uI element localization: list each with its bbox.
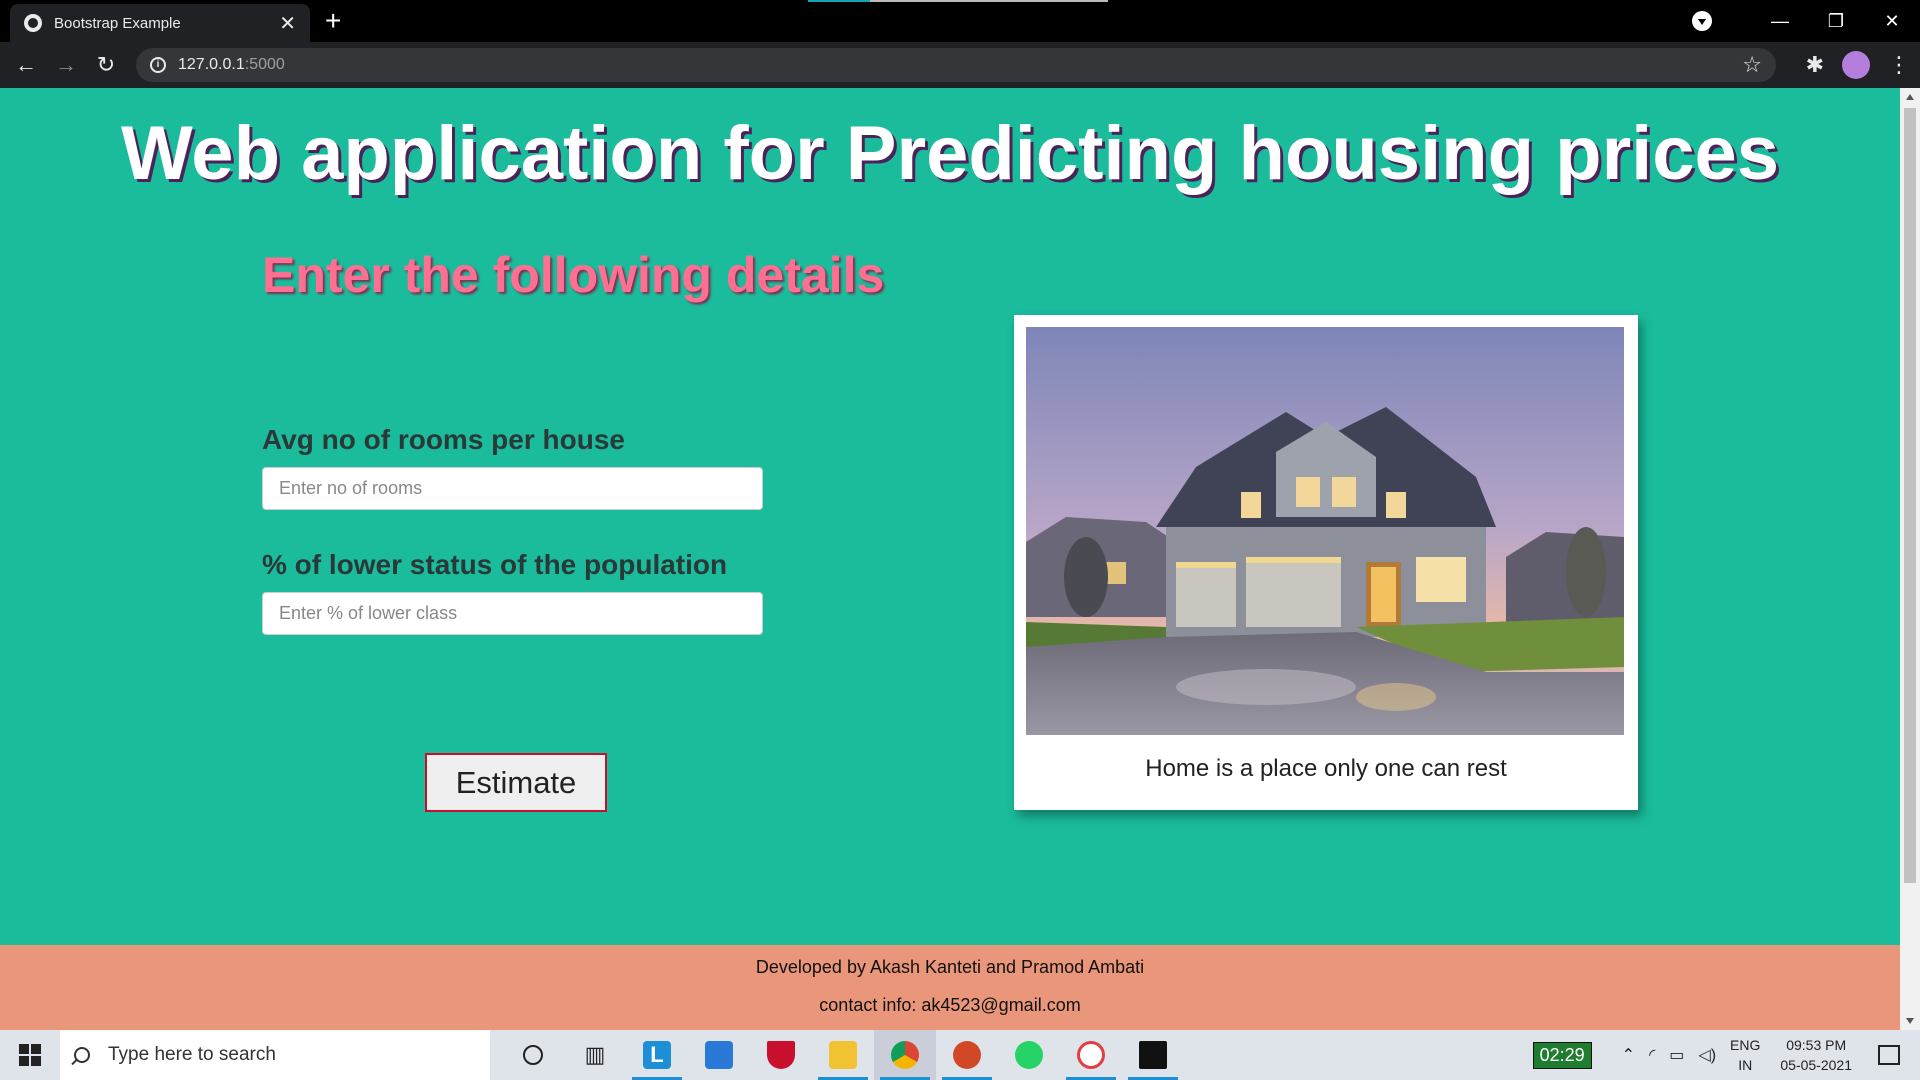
whatsapp-icon[interactable] [998,1030,1060,1080]
system-tray: 02:29 ⌃ ◜ ▭ ◁) ENG IN 09:53 PM 05-05-202… [1532,1030,1920,1080]
globe-icon [24,14,42,32]
chevron-up-icon[interactable]: ⌃ [1622,1045,1635,1065]
footer-contact: contact info: ak4523@gmail.com [819,995,1081,1015]
start-button[interactable] [0,1030,60,1080]
form-subtitle: Enter the following details [262,247,885,303]
clock[interactable]: 09:53 PM 05-05-2021 [1780,1035,1852,1075]
mcafee-icon[interactable] [750,1030,812,1080]
house-photo [1026,327,1624,735]
extensions-icon[interactable]: ✱ [1806,52,1824,78]
close-window-button[interactable]: ✕ [1864,11,1920,32]
page-body: Web application for Predicting housing p… [0,88,1900,1030]
scroll-down-icon[interactable] [1906,1018,1914,1024]
language-indicator[interactable]: ENG IN [1730,1035,1760,1075]
new-tab-button[interactable]: + [325,6,341,36]
tab-close-icon[interactable]: ✕ [279,11,296,36]
toolbar-actions: ✱ ⋮ [1806,42,1910,88]
house-illustration [1026,327,1624,735]
menu-kebab-icon[interactable]: ⋮ [1888,52,1910,78]
download-icon[interactable] [1692,11,1712,31]
volume-icon[interactable]: ◁) [1698,1045,1716,1065]
lang-top: ENG [1730,1037,1761,1053]
lstat-input[interactable] [262,592,763,635]
timer-widget[interactable]: 02:29 [1532,1041,1592,1069]
profile-avatar[interactable] [1842,51,1870,79]
calendar-icon[interactable] [688,1030,750,1080]
task-view-icon[interactable]: ▥ [564,1030,626,1080]
url-host: 127.0.0.1 [178,56,245,73]
windows-taskbar: Type here to search ▥ L 02:29 ⌃ ◜ ▭ ◁) E… [0,1030,1920,1080]
l-app-icon[interactable]: L [626,1030,688,1080]
chrome-icon[interactable] [874,1030,936,1080]
lstat-label: % of lower status of the population [262,549,728,580]
taskbar-search[interactable]: Type here to search [60,1030,490,1080]
rooms-label: Avg no of rooms per house [262,424,625,455]
image-caption: Home is a place only one can rest [1145,755,1507,782]
tab-bootstrap-example[interactable]: Bootstrap Example ✕ [10,4,310,42]
forward-icon[interactable]: → [46,52,86,78]
footer-developers: Developed by Akash Kanteti and Pramod Am… [755,957,1145,977]
tab-title: Bootstrap Example [54,14,181,32]
reload-icon[interactable]: ↻ [86,52,126,78]
image-card: Home is a place only one can rest [1014,315,1638,810]
wifi-icon[interactable]: ◜ [1649,1045,1655,1065]
taskbar-apps: ▥ L [502,1030,1184,1080]
browser-titlebar: Bootstrap Example ✕ + — ❐ ✕ [0,0,1920,42]
cortana-icon[interactable] [502,1030,564,1080]
window-controls: — ❐ ✕ [1692,0,1920,42]
powerpoint-icon[interactable] [936,1030,998,1080]
estimate-button[interactable]: Estimate [425,753,607,812]
bookmark-star-icon[interactable]: ☆ [1742,52,1762,78]
file-explorer-icon[interactable] [812,1030,874,1080]
notification-icon[interactable] [1878,1045,1900,1065]
scrollbar-thumb[interactable] [1904,108,1916,883]
footer: Developed by Akash Kanteti and Pramod Am… [0,945,1900,1030]
clock-date: 05-05-2021 [1780,1057,1852,1073]
url-port: :5000 [244,56,285,73]
loading-bar [808,0,1108,2]
page-scrollbar[interactable] [1900,88,1920,1030]
info-icon[interactable]: i [150,57,166,73]
search-icon [74,1047,90,1063]
scroll-up-icon[interactable] [1906,94,1914,100]
taskbar-search-placeholder: Type here to search [108,1044,276,1065]
clock-time: 09:53 PM [1786,1037,1847,1053]
minimize-button[interactable]: — [1752,11,1808,32]
address-bar[interactable]: i 127.0.0.1:5000 ☆ [136,48,1776,82]
battery-icon[interactable]: ▭ [1669,1045,1684,1065]
page-title: Web application for Predicting housing p… [120,111,1780,196]
terminal-icon[interactable] [1122,1030,1184,1080]
paint-icon[interactable] [1060,1030,1122,1080]
lang-bottom: IN [1738,1057,1753,1073]
restore-button[interactable]: ❐ [1808,11,1864,32]
windows-logo-icon [19,1044,41,1066]
back-icon[interactable]: ← [6,52,46,78]
rooms-input[interactable] [262,467,763,510]
